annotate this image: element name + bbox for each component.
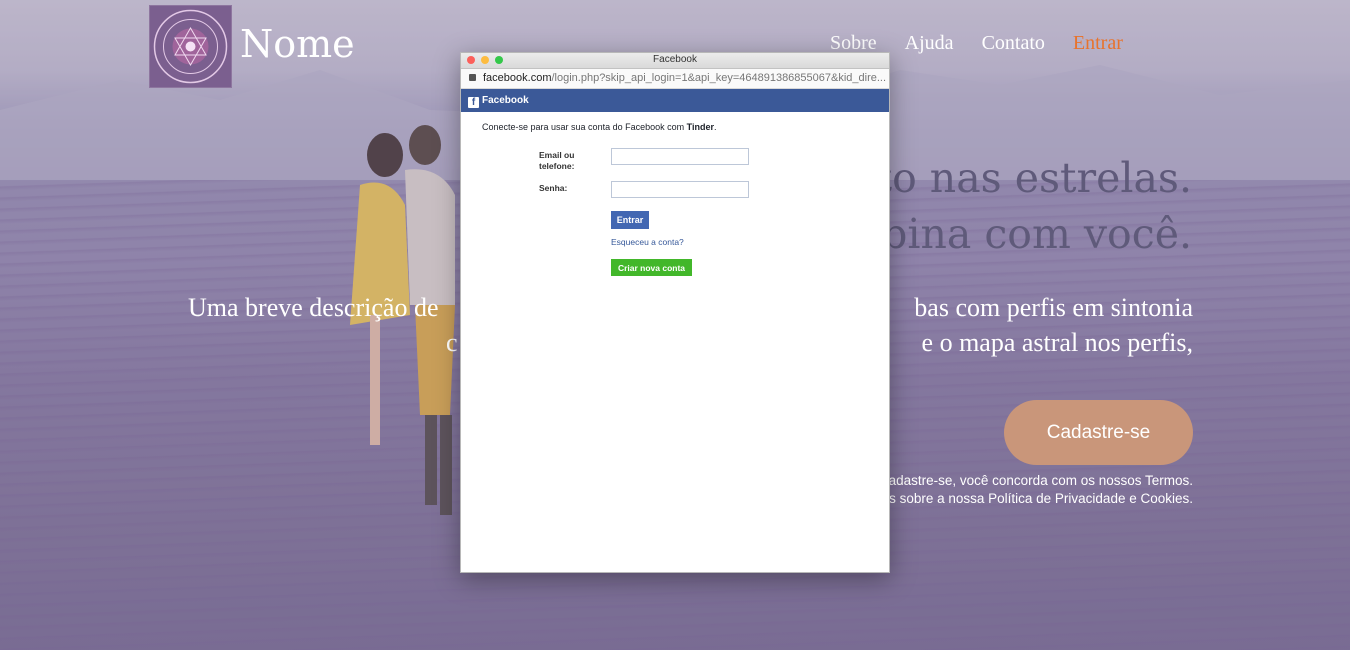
facebook-logo-icon: f [468, 97, 479, 108]
email-label: Email ou telefone: [539, 150, 599, 172]
description-left-fragment: Uma breve descrição de [188, 293, 439, 322]
facebook-header: f Facebook [461, 89, 889, 112]
zodiac-logo[interactable] [149, 5, 232, 88]
facebook-header-label: Facebook [482, 95, 529, 106]
forgot-account-link[interactable]: Esqueceu a conta? [611, 237, 684, 247]
email-label-line-2: telefone: [539, 161, 575, 171]
url-path: /login.php?skip_api_login=1&api_key=4648… [551, 72, 887, 84]
lock-icon [469, 74, 476, 81]
prompt-text: Conecte-se para usar sua conta do Facebo… [482, 122, 685, 132]
email-label-line-1: Email ou [539, 150, 575, 160]
url-host: facebook.com [483, 72, 552, 84]
description-left-fragment-2: c [446, 328, 458, 357]
nav-entrar[interactable]: Entrar [1073, 32, 1123, 55]
connect-prompt: Conecte-se para usar sua conta do Facebo… [482, 122, 717, 132]
prompt-app-name: Tinder [686, 122, 714, 132]
nav-contato[interactable]: Contato [982, 32, 1045, 55]
nav-ajuda[interactable]: Ajuda [905, 32, 954, 55]
create-account-button[interactable]: Criar nova conta [611, 259, 692, 276]
signup-button[interactable]: Cadastre-se [1004, 400, 1193, 465]
headline-line-2: nbina com você. [854, 210, 1192, 258]
description-right-fragment: bas com perfis em sintonia [914, 293, 1193, 322]
brand-name[interactable]: Nome [240, 22, 355, 66]
headline-line-1: ito nas estrelas. [862, 154, 1192, 202]
window-titlebar[interactable]: Facebook [461, 53, 889, 69]
hero-headline: ito nas estrelas. nbina com você. [855, 150, 1192, 262]
terms-text: adastre-se, você concorda com os nossos … [886, 472, 1193, 508]
login-button[interactable]: Entrar [611, 211, 649, 229]
facebook-login-popup: Facebook facebook.com/login.php?skip_api… [460, 52, 890, 573]
email-field[interactable] [611, 148, 749, 165]
window-title: Facebook [653, 54, 697, 65]
description-right-fragment-2: e o mapa astral nos perfis, [921, 328, 1193, 357]
password-label: Senha: [539, 183, 568, 193]
password-field[interactable] [611, 181, 749, 198]
address-bar[interactable]: facebook.com/login.php?skip_api_login=1&… [461, 69, 889, 89]
prompt-period: . [713, 122, 717, 132]
zodiac-wheel-icon [153, 9, 228, 84]
terms-line-1: adastre-se, você concorda com os nossos … [888, 473, 1193, 488]
terms-line-2: is sobre a nossa Política de Privacidade… [886, 491, 1193, 506]
